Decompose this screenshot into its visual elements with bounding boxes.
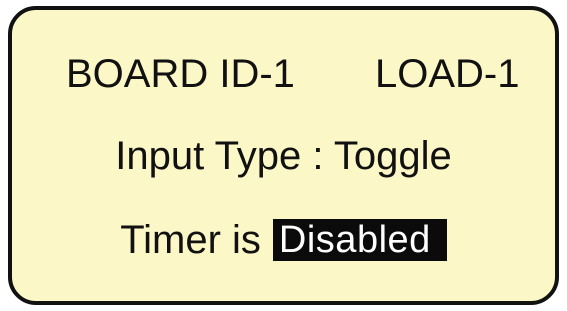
board-id-label: BOARD ID-1 [66, 52, 295, 96]
timer-status-highlight: Disabled [272, 219, 447, 262]
timer-row: Timer is Disabled [12, 218, 555, 263]
input-type-label: Input Type : Toggle [115, 134, 452, 178]
timer-label: Timer is [120, 218, 261, 263]
load-label: LOAD-1 [375, 52, 520, 96]
lcd-display-panel: BOARD ID-1 LOAD-1 Input Type : Toggle Ti… [8, 6, 559, 305]
input-type-row: Input Type : Toggle [12, 136, 555, 176]
